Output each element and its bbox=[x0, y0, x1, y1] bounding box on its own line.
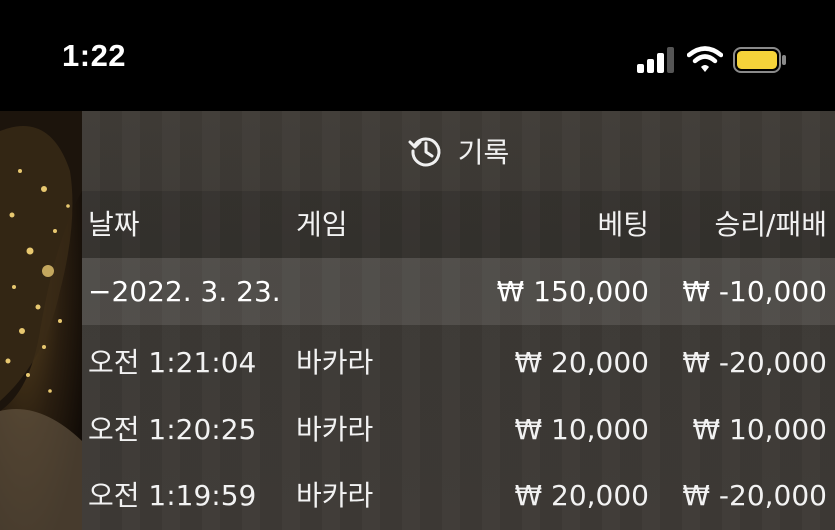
table-row[interactable]: 오전 1:20:25 바카라 ₩ 10,000 ₩ 10,000 bbox=[82, 396, 835, 463]
panel-title: 기록 bbox=[457, 136, 510, 169]
background-photo bbox=[0, 111, 82, 530]
row-game: 바카라 bbox=[296, 413, 374, 446]
row-bet: ₩ 20,000 bbox=[514, 346, 649, 379]
history-panel: 기록 날짜 게임 베팅 승리/패배 −2022. 3. 23. ₩ 150,00… bbox=[82, 111, 835, 530]
row-game: 바카라 bbox=[296, 479, 374, 512]
column-header-date: 날짜 bbox=[88, 208, 140, 241]
date-group-row[interactable]: −2022. 3. 23. ₩ 150,000 ₩ -10,000 bbox=[82, 258, 835, 325]
wifi-icon bbox=[687, 46, 723, 72]
date-group-label: −2022. 3. 23. bbox=[88, 275, 281, 308]
date-group-result-total: ₩ -10,000 bbox=[682, 275, 827, 308]
history-icon bbox=[408, 137, 441, 167]
column-header-bet: 베팅 bbox=[597, 208, 649, 241]
date-group-bet-total: ₩ 150,000 bbox=[496, 275, 649, 308]
row-bet: ₩ 10,000 bbox=[514, 413, 649, 446]
cellular-signal-icon bbox=[637, 47, 674, 73]
status-time: 1:22 bbox=[62, 38, 127, 73]
row-time: 오전 1:20:25 bbox=[88, 413, 257, 446]
panel-header: 기록 bbox=[82, 111, 835, 191]
bokeh-image bbox=[0, 111, 82, 530]
row-result: ₩ -20,000 bbox=[682, 479, 827, 512]
row-game: 바카라 bbox=[296, 346, 374, 379]
row-result: ₩ -20,000 bbox=[682, 346, 827, 379]
row-time: 오전 1:19:59 bbox=[88, 479, 257, 512]
row-result: ₩ 10,000 bbox=[692, 413, 827, 446]
status-bar: 1:22 bbox=[0, 0, 835, 111]
column-header-game: 게임 bbox=[296, 208, 348, 241]
column-header-result: 승리/패배 bbox=[714, 208, 827, 241]
row-bet: ₩ 20,000 bbox=[514, 479, 649, 512]
row-time: 오전 1:21:04 bbox=[88, 346, 257, 379]
battery-icon bbox=[733, 47, 786, 73]
table-row[interactable]: 오전 1:21:04 바카라 ₩ 20,000 ₩ -20,000 bbox=[82, 329, 835, 396]
table-header: 날짜 게임 베팅 승리/패배 bbox=[82, 191, 835, 258]
table-row[interactable]: 오전 1:19:59 바카라 ₩ 20,000 ₩ -20,000 bbox=[82, 462, 835, 529]
